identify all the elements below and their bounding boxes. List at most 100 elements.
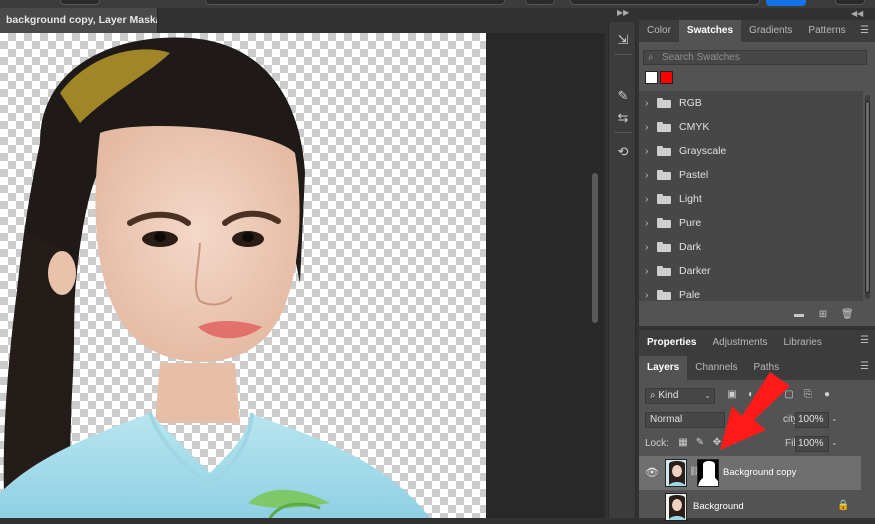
swatch-group-dark[interactable]: › Dark (639, 235, 863, 259)
swatch-group-label: Dark (679, 241, 702, 253)
lock-icon: 🔒 (837, 500, 850, 511)
tab-properties[interactable]: Properties (639, 330, 705, 356)
swatch-group-rgb[interactable]: › RGB (639, 91, 863, 115)
history-icon[interactable]: ⟲ (613, 142, 633, 162)
trash-icon[interactable]: 🗑 (841, 310, 854, 320)
options-bar-strip (0, 0, 875, 8)
swatch-group-label: Pale (679, 289, 701, 301)
blend-mode-select[interactable]: Normal (645, 412, 725, 428)
swatches-panel: Color Swatches Gradients Patterns ☰ ⌕ Se… (639, 20, 875, 326)
swatch-group-label: RGB (679, 97, 702, 109)
tab-layers[interactable]: Layers (639, 356, 688, 380)
folder-icon (657, 218, 671, 228)
chevron-down-icon: ⌄ (704, 391, 711, 400)
search-placeholder: Search Swatches (662, 52, 740, 63)
lock-transparent-icon[interactable]: ▦ (677, 436, 689, 450)
chevron-down-icon[interactable]: ⌄ (831, 414, 838, 423)
canvas-scrollbar[interactable] (592, 173, 598, 323)
folder-icon (657, 242, 671, 252)
options-button-2[interactable] (835, 0, 865, 5)
options-button[interactable] (525, 0, 555, 5)
layer-name[interactable]: Background (693, 490, 744, 524)
link-icon[interactable]: ⛓ (689, 466, 700, 477)
swatch-red[interactable] (660, 71, 673, 84)
chevron-right-icon: › (645, 169, 649, 181)
swatch-group-light[interactable]: › Light (639, 187, 863, 211)
chevron-right-icon: › (645, 265, 649, 277)
layer-name[interactable]: Background copy (723, 456, 796, 490)
panel-tool-strip: ▶▶ ⇲ ✎ ⇆ ⟲ (608, 8, 636, 518)
search-swatches-input[interactable]: ⌕ Search Swatches (643, 50, 867, 65)
scrollbar-thumb[interactable] (865, 101, 870, 293)
options-field-2[interactable] (570, 0, 760, 5)
tab-bar (158, 8, 608, 33)
swatch-group-grayscale[interactable]: › Grayscale (639, 139, 863, 163)
folder-icon (657, 146, 671, 156)
layer-mask-thumbnail[interactable] (697, 459, 719, 487)
swatch-group-label: Pure (679, 217, 702, 229)
document-tab-title: background copy, Layer Mask/8) * (6, 14, 158, 26)
collapse-icon[interactable]: ▶▶ (617, 8, 629, 17)
canvas-area[interactable] (0, 33, 605, 518)
tab-gradients[interactable]: Gradients (741, 20, 800, 42)
search-icon: ⌕ (648, 52, 654, 63)
eye-icon[interactable]: 👁 (645, 466, 659, 480)
panel-collapse-icon[interactable]: ◀◀ (851, 9, 863, 18)
options-field[interactable] (205, 0, 505, 5)
adjust-icon[interactable]: ⇆ (613, 108, 633, 128)
swatches-panel-tabs: Color Swatches Gradients Patterns ☰ (639, 20, 875, 42)
chevron-right-icon: › (645, 289, 649, 301)
swatch-list-scrollbar[interactable] (865, 95, 870, 299)
layer-row-background-copy[interactable]: 👁 ⛓ Background copy (639, 456, 861, 490)
chevron-right-icon: › (645, 241, 649, 253)
swatch-groups-list: › RGB › CMYK › Grayscale › Pastel › Light › Pu… (639, 91, 863, 301)
swatch-white[interactable] (645, 71, 658, 84)
red-arrow-annotation (720, 372, 790, 450)
chevron-right-icon: › (645, 193, 649, 205)
panel-menu-icon[interactable]: ☰ (860, 20, 869, 42)
layer-filter-kind-select[interactable]: ⌕ Kind ⌄ (645, 388, 715, 404)
opacity-value: 100% (798, 414, 824, 425)
swatch-group-cmyk[interactable]: › CMYK (639, 115, 863, 139)
panel-menu-icon[interactable]: ☰ (860, 330, 869, 352)
lock-image-icon[interactable]: ✎ (694, 436, 706, 450)
lock-label: Lock: (645, 438, 669, 449)
path-selection-icon[interactable]: ⇲ (613, 30, 633, 50)
swatch-group-pastel[interactable]: › Pastel (639, 163, 863, 187)
layer-thumbnail[interactable] (665, 459, 687, 487)
brush-icon[interactable]: ✎ (613, 86, 633, 106)
share-button[interactable] (766, 0, 806, 6)
folder-icon (657, 194, 671, 204)
swatch-group-label: Darker (679, 265, 711, 277)
tab-libraries[interactable]: Libraries (776, 330, 830, 356)
swatch-group-label: Pastel (679, 169, 709, 181)
swatch-group-darker[interactable]: › Darker (639, 259, 863, 283)
opacity-input[interactable]: 100% (795, 412, 829, 428)
tab-color[interactable]: Color (639, 20, 679, 42)
tool-separator (614, 132, 632, 133)
chevron-down-icon[interactable]: ⌄ (831, 438, 838, 447)
portrait-image (0, 37, 430, 518)
swatch-group-pure[interactable]: › Pure (639, 211, 863, 235)
filter-toggle-icon[interactable]: ● (820, 388, 834, 402)
fill-input[interactable]: 100% (795, 436, 829, 452)
new-swatch-icon[interactable]: ⊞ (817, 310, 829, 320)
tab-patterns[interactable]: Patterns (800, 20, 853, 42)
tab-adjustments[interactable]: Adjustments (704, 330, 775, 356)
document-tab[interactable]: background copy, Layer Mask/8) * (0, 8, 158, 33)
folder-icon (657, 266, 671, 276)
layer-thumbnail[interactable] (665, 493, 687, 521)
smart-object-filter-icon[interactable]: ⎘ (801, 388, 815, 402)
swatch-group-label: Light (679, 193, 702, 205)
filter-kind-value: Kind (658, 390, 679, 401)
options-control[interactable] (60, 0, 100, 5)
new-group-folder-icon[interactable]: ▬ (793, 310, 805, 320)
folder-icon (657, 98, 671, 108)
panel-menu-icon[interactable]: ☰ (860, 356, 869, 378)
chevron-right-icon: › (645, 97, 649, 109)
tab-swatches[interactable]: Swatches (678, 20, 742, 42)
layer-row-background[interactable]: Background 🔒 (639, 490, 861, 524)
chevron-right-icon: › (645, 121, 649, 133)
document-canvas[interactable] (0, 33, 486, 518)
chevron-right-icon: › (645, 145, 649, 157)
